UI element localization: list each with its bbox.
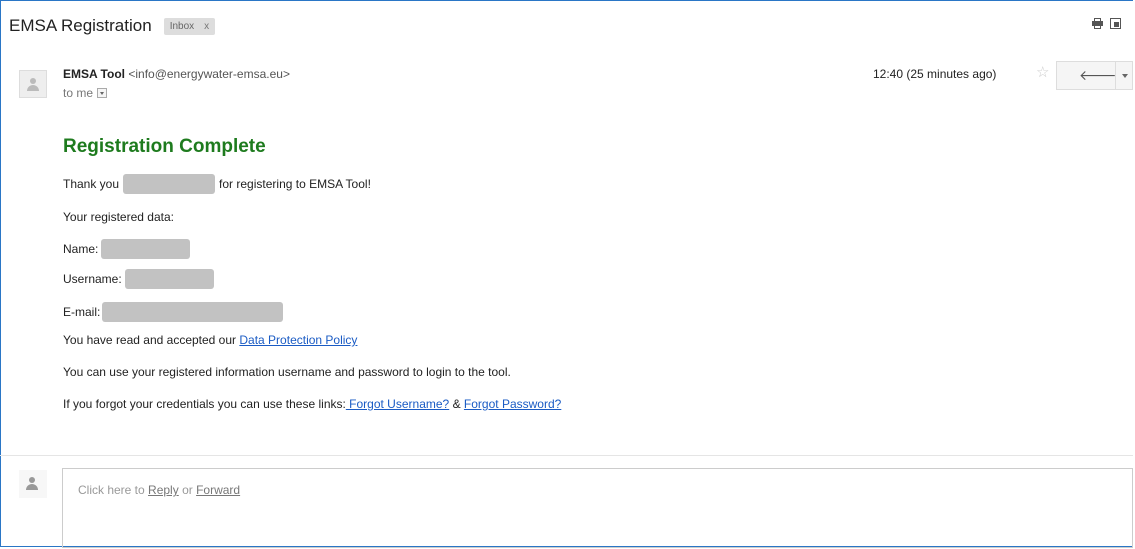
- reply-arrow-icon: 🡐: [1079, 67, 1117, 83]
- inbox-label-chip[interactable]: Inbox x: [163, 17, 216, 35]
- username-line: Username:: [63, 269, 214, 289]
- new-window-icon[interactable]: [1110, 18, 1121, 29]
- recipient-line: to me: [63, 86, 108, 100]
- subject-bar: EMSA Registration Inbox x: [9, 14, 216, 38]
- email-timestamp: 12:40 (25 minutes ago): [873, 67, 997, 81]
- login-info-text: You can use your registered information …: [63, 365, 511, 379]
- recipient-text: to me: [63, 86, 94, 100]
- email-label: E-mail:: [63, 305, 101, 319]
- registered-data-text: Your registered data:: [63, 210, 174, 224]
- reply-box[interactable]: Click here to Reply or Forward: [62, 468, 1133, 548]
- sender-avatar: [19, 70, 47, 98]
- redacted-name-value: [101, 239, 191, 259]
- forgot-username-link[interactable]: Forgot Username?: [346, 397, 449, 411]
- email-line: E-mail:: [63, 302, 284, 322]
- ampersand-text: &: [452, 397, 461, 411]
- forgot-password-link[interactable]: Forgot Password?: [464, 397, 561, 411]
- reply-link[interactable]: Reply: [148, 483, 179, 497]
- forward-link[interactable]: Forward: [196, 483, 240, 497]
- redacted-email-value: [102, 302, 284, 322]
- more-actions-button[interactable]: [1116, 61, 1133, 90]
- name-line: Name:: [63, 239, 191, 259]
- sender-line: EMSA Tool <info@energywater-emsa.eu>: [63, 67, 290, 81]
- reply-divider: [0, 455, 1133, 456]
- thank-you-text: Thank you: [63, 177, 120, 191]
- reply-avatar: [19, 470, 47, 498]
- star-icon[interactable]: ☆: [1036, 63, 1049, 81]
- inbox-label-text: Inbox: [169, 20, 195, 32]
- reply-prefix-text: Click here to: [78, 483, 145, 497]
- sender-name[interactable]: EMSA Tool: [63, 67, 125, 81]
- thank-you-line: Thank you for registering to EMSA Tool!: [63, 174, 371, 194]
- thank-you-text-end: for registering to EMSA Tool!: [219, 177, 371, 191]
- forgot-links-line: If you forgot your credentials you can u…: [63, 397, 561, 411]
- reply-button[interactable]: 🡐: [1056, 61, 1117, 90]
- reply-or-text: or: [182, 483, 193, 497]
- name-label: Name:: [63, 242, 99, 256]
- data-protection-policy-link[interactable]: Data Protection Policy: [239, 333, 357, 347]
- policy-pre-text: You have read and accepted our: [63, 333, 237, 347]
- username-label: Username:: [63, 272, 122, 286]
- login-info-line: You can use your registered information …: [63, 365, 511, 379]
- sender-email: <info@energywater-emsa.eu>: [128, 67, 290, 81]
- redacted-username-value: [124, 269, 214, 289]
- forgot-pre-text: If you forgot your credentials you can u…: [63, 397, 346, 411]
- details-dropdown-icon[interactable]: [97, 88, 108, 98]
- printer-icon[interactable]: [1092, 18, 1103, 29]
- registered-data-line: Your registered data:: [63, 210, 174, 224]
- remove-label-button[interactable]: x: [204, 21, 209, 32]
- message-heading: Registration Complete: [63, 136, 266, 157]
- email-subject: EMSA Registration: [9, 16, 152, 35]
- redacted-name: [123, 174, 216, 194]
- top-icons: [1092, 18, 1121, 29]
- policy-line: You have read and accepted our Data Prot…: [63, 333, 357, 347]
